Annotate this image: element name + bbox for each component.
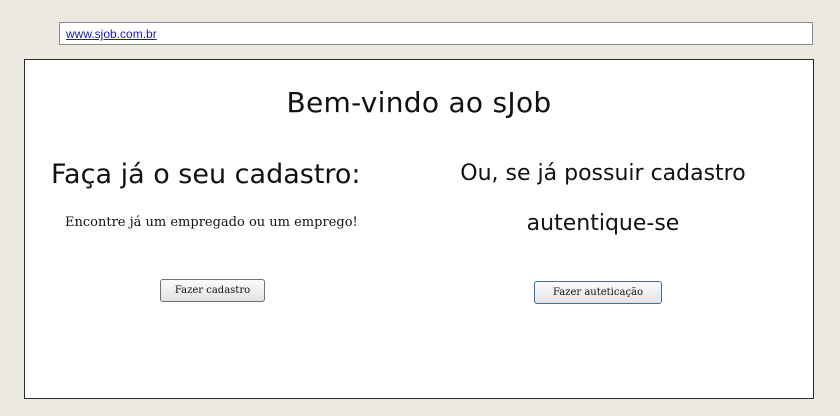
welcome-title: Bem-vindo ao sJob — [286, 86, 552, 119]
main-panel: Bem-vindo ao sJob Faça já o seu cadastro… — [24, 59, 814, 399]
signup-subtext: Encontre já um empregado ou um emprego! — [65, 215, 358, 230]
auth-button[interactable]: Fazer auteticação — [534, 281, 662, 304]
address-bar: www.sjob.com.br — [59, 22, 813, 45]
auth-heading-line2: autentique-se — [526, 211, 680, 236]
signup-button[interactable]: Fazer cadastro — [160, 279, 265, 302]
auth-heading-line1: Ou, se já possuir cadastro — [460, 161, 746, 186]
site-url-link[interactable]: www.sjob.com.br — [66, 27, 157, 41]
signup-heading: Faça já o seu cadastro: — [51, 159, 361, 190]
